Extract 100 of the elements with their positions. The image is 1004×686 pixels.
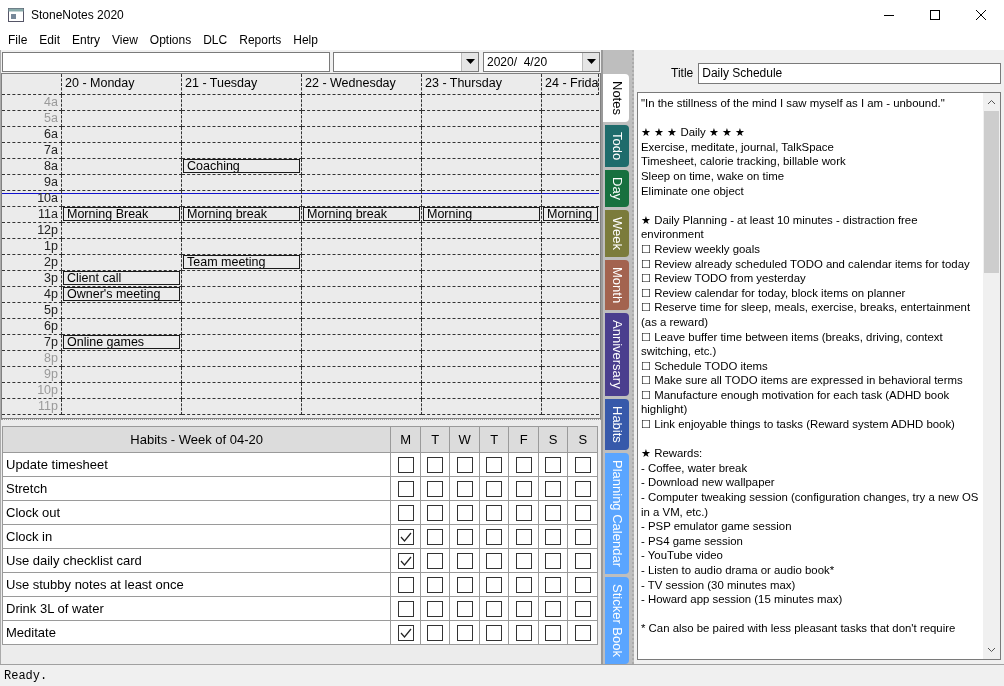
calendar-cell[interactable] [302, 191, 422, 207]
calendar-cell[interactable] [302, 319, 422, 335]
checkbox[interactable] [515, 624, 532, 641]
checkbox[interactable] [486, 600, 503, 617]
checkbox[interactable] [456, 552, 473, 569]
calendar-event[interactable]: Morning [423, 207, 540, 221]
dropdown[interactable]: 2020/ 4/20 [483, 51, 600, 72]
checkbox[interactable] [545, 624, 562, 641]
calendar-cell[interactable] [422, 399, 542, 415]
menu-item[interactable]: File [2, 33, 34, 47]
checkbox[interactable] [456, 528, 473, 545]
checkbox[interactable] [456, 600, 473, 617]
checkbox[interactable] [574, 528, 591, 545]
checkbox[interactable] [427, 480, 444, 497]
checkbox[interactable] [397, 456, 414, 473]
checkbox[interactable] [486, 624, 503, 641]
checkbox[interactable] [574, 504, 591, 521]
checkbox[interactable] [397, 552, 414, 569]
checkbox[interactable] [427, 600, 444, 617]
checkbox[interactable] [397, 624, 414, 641]
calendar-cell[interactable] [302, 255, 422, 271]
checkbox[interactable] [397, 576, 414, 593]
calendar-event[interactable]: Client call [63, 271, 180, 285]
calendar-cell[interactable] [422, 287, 542, 303]
calendar-cell[interactable] [62, 367, 182, 383]
menu-item[interactable]: Edit [33, 33, 67, 47]
calendar-cell[interactable] [542, 191, 599, 207]
checkbox[interactable] [397, 600, 414, 617]
checkbox[interactable] [486, 576, 503, 593]
calendar-cell[interactable] [62, 319, 182, 335]
checkbox[interactable] [427, 528, 444, 545]
calendar-cell[interactable] [422, 191, 542, 207]
checkbox[interactable] [397, 480, 414, 497]
calendar-cell[interactable] [182, 143, 302, 159]
checkbox[interactable] [545, 456, 562, 473]
calendar-event[interactable]: Morning [543, 207, 598, 221]
menu-item[interactable]: Help [287, 33, 324, 47]
dropdown[interactable] [333, 51, 479, 72]
checkbox[interactable] [515, 600, 532, 617]
calendar-cell[interactable] [422, 95, 542, 111]
calendar-cell[interactable] [62, 223, 182, 239]
checkbox[interactable] [427, 456, 444, 473]
calendar-cell[interactable] [422, 143, 542, 159]
calendar-cell[interactable] [422, 367, 542, 383]
checkbox[interactable] [427, 504, 444, 521]
calendar-cell[interactable] [62, 239, 182, 255]
checkbox[interactable] [574, 600, 591, 617]
calendar-event[interactable]: Online games [63, 335, 180, 349]
calendar-cell[interactable] [302, 383, 422, 399]
calendar-cell[interactable] [302, 127, 422, 143]
calendar-cell[interactable] [62, 191, 182, 207]
calendar-cell[interactable] [62, 159, 182, 175]
checkbox[interactable] [456, 504, 473, 521]
calendar-cell[interactable] [302, 95, 422, 111]
calendar-cell[interactable] [182, 111, 302, 127]
checkbox[interactable] [515, 480, 532, 497]
calendar-cell[interactable] [182, 271, 302, 287]
calendar-cell[interactable] [182, 367, 302, 383]
checkbox[interactable] [397, 504, 414, 521]
calendar-event[interactable]: Morning break [303, 207, 420, 221]
calendar-event[interactable]: Morning Break [63, 207, 180, 221]
calendar-cell[interactable] [182, 223, 302, 239]
calendar-cell[interactable] [302, 239, 422, 255]
calendar-event[interactable]: Coaching [183, 159, 300, 173]
calendar-cell[interactable] [422, 351, 542, 367]
calendar-cell[interactable] [302, 303, 422, 319]
calendar-cell[interactable] [62, 95, 182, 111]
checkbox[interactable] [427, 624, 444, 641]
checkbox[interactable] [456, 576, 473, 593]
checkbox[interactable] [515, 528, 532, 545]
calendar-cell[interactable] [302, 143, 422, 159]
checkbox[interactable] [545, 480, 562, 497]
menu-item[interactable]: View [106, 33, 144, 47]
calendar-cell[interactable] [302, 271, 422, 287]
checkbox[interactable] [486, 504, 503, 521]
scroll-down-icon[interactable] [987, 647, 996, 653]
tab[interactable]: Todo [605, 124, 629, 168]
calendar-cell[interactable] [62, 255, 182, 271]
calendar-cell[interactable] [182, 319, 302, 335]
calendar-cell[interactable] [422, 303, 542, 319]
menu-item[interactable]: Options [143, 33, 198, 47]
checkbox[interactable] [545, 504, 562, 521]
calendar-cell[interactable] [422, 319, 542, 335]
checkbox[interactable] [515, 456, 532, 473]
calendar-cell[interactable] [422, 223, 542, 239]
calendar-cell[interactable] [182, 303, 302, 319]
calendar-cell[interactable] [62, 351, 182, 367]
calendar-cell[interactable] [302, 335, 422, 351]
checkbox[interactable] [515, 504, 532, 521]
checkbox[interactable] [427, 576, 444, 593]
calendar-cell[interactable] [182, 239, 302, 255]
checkbox[interactable] [574, 576, 591, 593]
tab[interactable]: Anniversary [605, 313, 629, 397]
calendar-cell[interactable] [182, 191, 302, 207]
checkbox[interactable] [427, 552, 444, 569]
calendar-cell[interactable] [302, 399, 422, 415]
calendar-cell[interactable] [302, 287, 422, 303]
tab[interactable]: Notes [603, 74, 629, 122]
menu-item[interactable]: Reports [233, 33, 288, 47]
calendar-cell[interactable] [422, 271, 542, 287]
